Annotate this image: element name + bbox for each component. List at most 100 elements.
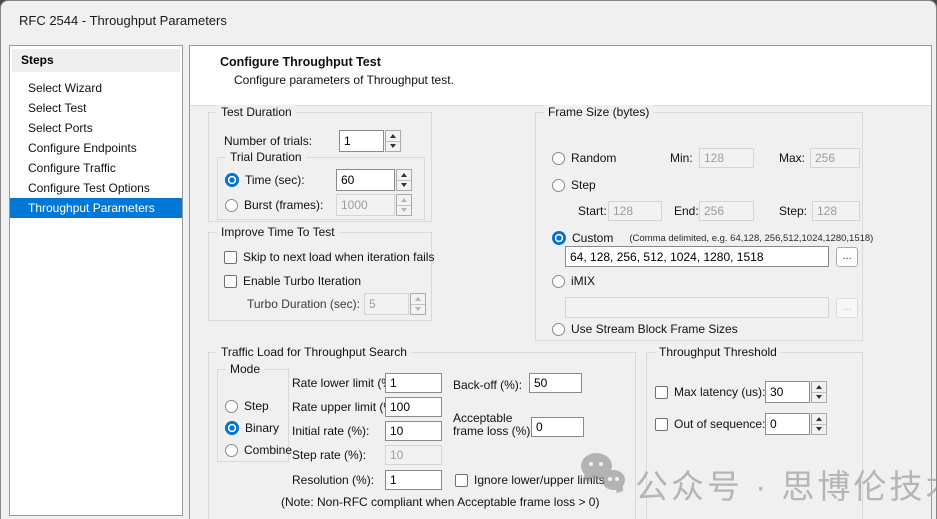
step-size-field	[812, 201, 860, 221]
step-rate-field	[385, 445, 442, 465]
skip-next-load-checkbox[interactable]	[224, 251, 237, 264]
turbo-duration-row: Turbo Duration (sec):	[247, 294, 360, 314]
random-radio[interactable]	[552, 152, 565, 165]
throughput-threshold-legend: Throughput Threshold	[655, 345, 781, 359]
out-of-sequence-input[interactable]	[765, 413, 810, 435]
step-label: Step	[571, 178, 596, 192]
spin-up-button	[397, 195, 411, 205]
mode-legend: Mode	[226, 362, 264, 376]
sidebar-item-configure-test-options[interactable]: Configure Test Options	[10, 178, 182, 198]
wechat-bubble-small	[602, 470, 625, 490]
time-sec-stepper[interactable]	[336, 169, 412, 191]
spin-up-button[interactable]	[386, 131, 400, 141]
sidebar-item-select-test[interactable]: Select Test	[10, 98, 182, 118]
spin-buttons	[396, 194, 412, 216]
imix-radio[interactable]	[552, 275, 565, 288]
mode-step-radio[interactable]	[225, 400, 238, 413]
time-sec-input[interactable]	[336, 169, 395, 191]
spin-buttons	[811, 381, 827, 403]
spin-down-button[interactable]	[386, 141, 400, 152]
step-rate-label-row: Step rate (%):	[292, 445, 366, 465]
up-arrow-icon	[401, 198, 407, 202]
sidebar-item-select-ports[interactable]: Select Ports	[10, 118, 182, 138]
sidebar-item-configure-traffic[interactable]: Configure Traffic	[10, 158, 182, 178]
spin-down-button[interactable]	[397, 180, 411, 191]
burst-frames-radio[interactable]	[225, 199, 238, 212]
trial-duration-group: Trial Duration Time (sec): Burst (frames…	[217, 157, 425, 220]
step-rate-label: Step rate (%):	[292, 448, 366, 462]
start-field	[608, 201, 662, 221]
custom-hint: (Comma delimited, e.g. 64,128, 256,512,1…	[629, 233, 873, 244]
mode-step-row: Step	[225, 396, 269, 416]
time-sec-radio[interactable]	[225, 173, 239, 187]
non-rfc-note: (Note: Non-RFC compliant when Acceptable…	[281, 495, 599, 509]
sidebar-item-throughput-parameters[interactable]: Throughput Parameters	[10, 198, 182, 218]
burst-frames-stepper	[336, 194, 412, 216]
initial-rate-field[interactable]	[385, 421, 442, 441]
down-arrow-icon	[415, 307, 421, 311]
out-of-sequence-checkbox[interactable]	[655, 418, 668, 431]
spin-up-button[interactable]	[812, 414, 826, 424]
number-of-trials-stepper[interactable]	[339, 130, 401, 152]
rate-lower-label: Rate lower limit (%):	[292, 376, 399, 390]
backoff-label-row: Back-off (%):	[453, 375, 522, 395]
start-label-row: Start:	[578, 201, 607, 221]
custom-sizes-input[interactable]	[565, 246, 829, 267]
rate-lower-field[interactable]	[385, 373, 442, 393]
enable-turbo-label: Enable Turbo Iteration	[243, 274, 361, 288]
mode-combine-radio[interactable]	[225, 444, 238, 457]
frame-loss-label: Acceptable frame loss (%):	[453, 412, 534, 438]
mode-combine-label: Combine	[244, 443, 292, 457]
spin-up-button[interactable]	[397, 170, 411, 180]
frame-loss-field[interactable]	[531, 417, 584, 437]
initial-rate-label-row: Initial rate (%):	[292, 421, 369, 441]
spin-buttons	[811, 413, 827, 435]
stream-block-radio[interactable]	[552, 323, 565, 336]
mode-binary-radio[interactable]	[225, 421, 239, 435]
turbo-duration-input	[364, 293, 409, 315]
max-latency-checkbox[interactable]	[655, 386, 668, 399]
title-bar: RFC 2544 - Throughput Parameters	[1, 1, 936, 41]
imix-row: iMIX	[552, 271, 595, 291]
max-latency-row: Max latency (us):	[655, 382, 765, 402]
sidebar-item-configure-endpoints[interactable]: Configure Endpoints	[10, 138, 182, 158]
up-arrow-icon	[401, 173, 407, 177]
number-of-trials-label: Number of trials:	[224, 134, 312, 148]
imix-browse-button: ...	[836, 298, 858, 318]
time-sec-row: Time (sec):	[225, 170, 305, 190]
min-field	[699, 148, 754, 168]
mode-step-label: Step	[244, 399, 269, 413]
spin-up-button[interactable]	[812, 382, 826, 392]
test-duration-legend: Test Duration	[217, 105, 296, 119]
custom-browse-button[interactable]: ...	[836, 247, 858, 267]
spin-down-button[interactable]	[812, 392, 826, 403]
max-label-row: Max:	[779, 148, 805, 168]
number-of-trials-input[interactable]	[339, 130, 384, 152]
sidebar-item-select-wizard[interactable]: Select Wizard	[10, 78, 182, 98]
resolution-label-row: Resolution (%):	[292, 470, 374, 490]
max-latency-input[interactable]	[765, 381, 810, 403]
custom-radio[interactable]	[552, 231, 566, 245]
enable-turbo-checkbox[interactable]	[224, 275, 237, 288]
number-of-trials-row: Number of trials:	[224, 131, 312, 151]
burst-frames-input	[336, 194, 395, 216]
min-label: Min:	[670, 151, 693, 165]
wechat-icon	[581, 451, 633, 499]
ignore-limits-checkbox[interactable]	[455, 474, 468, 487]
dialog-window: RFC 2544 - Throughput Parameters Steps S…	[0, 0, 937, 519]
page-title: Configure Throughput Test	[220, 55, 381, 69]
rate-upper-field[interactable]	[385, 397, 442, 417]
frame-size-legend: Frame Size (bytes)	[544, 105, 653, 119]
page-subtitle: Configure parameters of Throughput test.	[234, 73, 454, 87]
down-arrow-icon	[401, 183, 407, 187]
spin-up-button	[411, 294, 425, 304]
turbo-duration-stepper	[364, 293, 426, 315]
backoff-field[interactable]	[529, 373, 582, 393]
out-of-sequence-stepper[interactable]	[765, 413, 827, 435]
max-label: Max:	[779, 151, 805, 165]
spin-buttons	[410, 293, 426, 315]
step-radio[interactable]	[552, 179, 565, 192]
max-latency-stepper[interactable]	[765, 381, 827, 403]
resolution-field[interactable]	[385, 470, 442, 490]
spin-down-button[interactable]	[812, 424, 826, 435]
